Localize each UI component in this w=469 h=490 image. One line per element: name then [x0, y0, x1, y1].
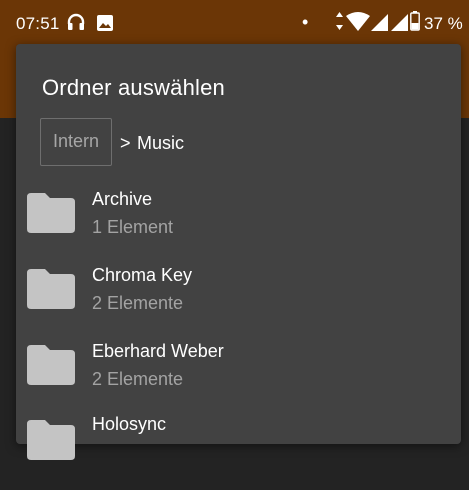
- breadcrumb-root[interactable]: Intern: [40, 118, 112, 166]
- data-arrows-icon: [336, 12, 343, 30]
- dialog-title: Ordner auswählen: [42, 75, 225, 100]
- breadcrumb-current[interactable]: Music: [137, 133, 184, 154]
- wifi-icon: [346, 12, 370, 31]
- image-icon: [97, 15, 113, 31]
- folder-count: 2 Elemente: [92, 293, 184, 313]
- folder-name: Eberhard Weber: [92, 341, 224, 361]
- signal-icon: [391, 14, 408, 31]
- folder-icon: [27, 193, 75, 233]
- dot-icon: •: [302, 12, 309, 32]
- folder-icon: [27, 269, 75, 309]
- breadcrumb-separator: >: [120, 133, 131, 153]
- folder-count: 2 Elemente: [92, 369, 184, 389]
- folder-name: Holosync: [92, 414, 167, 434]
- status-bar: 07:51 • 37 %: [0, 0, 469, 48]
- battery-icon: [410, 11, 420, 31]
- folder-name: Archive: [92, 189, 153, 209]
- battery-percent: 37 %: [424, 14, 463, 33]
- folder-item-chroma-key[interactable]: Chroma Key 2 Elemente: [16, 265, 461, 341]
- folder-item-holosync[interactable]: Holosync: [16, 414, 461, 490]
- headphones-icon: [67, 13, 85, 30]
- status-time: 07:51: [16, 14, 60, 33]
- folder-count: 1 Element: [92, 217, 174, 237]
- signal-icon: [371, 14, 388, 31]
- folder-name: Chroma Key: [92, 265, 193, 285]
- folder-icon: [27, 420, 75, 460]
- folder-icon: [27, 345, 75, 385]
- folder-item-eberhard-weber[interactable]: Eberhard Weber 2 Elemente: [16, 341, 461, 417]
- folder-item-archive[interactable]: Archive 1 Element: [16, 189, 461, 265]
- folder-picker-dialog: Ordner auswählen Intern > Music Archive …: [16, 44, 461, 460]
